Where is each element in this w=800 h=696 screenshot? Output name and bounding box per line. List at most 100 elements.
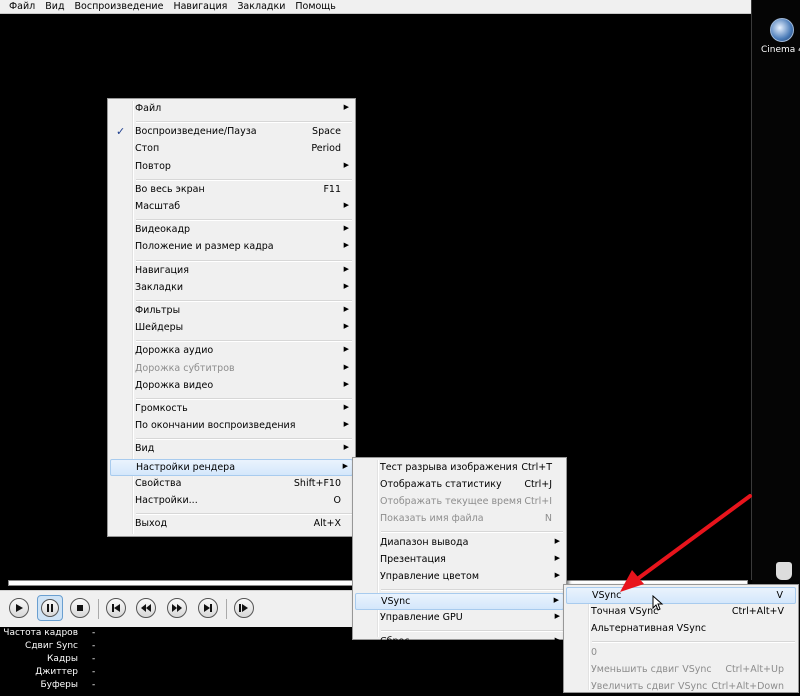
menu-file[interactable]: Файл (4, 0, 40, 14)
menu-item: 0 (566, 645, 796, 662)
menu-item[interactable]: Файл ▶ (110, 101, 353, 118)
menu-item-label: Отображать статистику (380, 479, 502, 490)
menu-separator (136, 438, 352, 441)
context-menu: Файл ▶ ✓ Воспроизведение/Пауза Space Стоп Peri… (107, 98, 356, 537)
menu-item[interactable]: Дорожка видео ▶ (110, 378, 353, 395)
menu-item[interactable]: Дорожка аудио ▶ (110, 343, 353, 360)
menu-item[interactable]: Настройки рендера ▶ (110, 458, 353, 476)
menu-item[interactable]: Презентация ▶ (355, 552, 564, 569)
menu-navigation[interactable]: Навигация (168, 0, 232, 14)
menu-item[interactable]: Положение и размер кадра ▶ (110, 239, 353, 256)
menu-separator (136, 300, 352, 302)
menu-item-label: По окончании воспроизведения (135, 420, 296, 432)
controls-separator (226, 599, 227, 619)
rewind-button[interactable] (136, 598, 156, 618)
menu-item[interactable]: Вид ▶ (110, 441, 353, 458)
skip-forward-icon (204, 604, 212, 612)
menu-view[interactable]: Вид (40, 0, 69, 14)
menu-item[interactable]: Стоп Period (110, 141, 353, 158)
menu-item-label: Дорожка аудио (135, 345, 214, 357)
menu-separator (136, 340, 352, 343)
mouse-cursor (652, 595, 664, 611)
menu-item-shortcut: Period (311, 143, 341, 155)
menu-item[interactable]: По окончании воспроизведения ▶ (110, 418, 353, 435)
menu-item[interactable]: Сброс ▶ (355, 634, 564, 651)
menu-item-label: Настройки... (135, 495, 198, 506)
menu-item-label: Настройки рендера (136, 461, 236, 473)
prev-button[interactable] (106, 598, 126, 618)
menu-item[interactable]: VSync ▶ (355, 593, 564, 610)
menu-item-shortcut: N (544, 513, 552, 524)
submenu-arrow-icon: ▶ (553, 596, 559, 604)
menu-item-label: Положение и размер кадра (135, 241, 274, 253)
submenu-arrow-icon: ▶ (342, 461, 348, 470)
menu-item[interactable]: Масштаб ▶ (110, 199, 353, 216)
menu-item[interactable]: Выход Alt+X (110, 516, 353, 533)
submenu-arrow-icon: ▶ (554, 636, 560, 644)
play-button[interactable] (9, 598, 29, 618)
stat-value: - (92, 654, 96, 664)
submenu-arrow-icon: ▶ (554, 571, 560, 579)
menu-item-shortcut: Shift+F10 (293, 477, 341, 489)
menu-item: Увеличить сдвиг VSync Ctrl+Alt+Down (566, 679, 796, 696)
submenu-arrow-icon: ▶ (343, 403, 349, 411)
menu-item-shortcut: Ctrl+I (524, 496, 552, 507)
pause-button[interactable] (37, 595, 63, 621)
menu-item-label: Громкость (135, 403, 188, 414)
submenu-arrow-icon: ▶ (343, 379, 349, 388)
stat-value: - (92, 641, 96, 651)
menu-item-label: Отображать текущее время (380, 496, 522, 507)
menu-item[interactable]: Точная VSync Ctrl+Alt+V (566, 604, 796, 621)
menu-item[interactable]: Управление GPU ▶ (355, 610, 564, 627)
menu-item[interactable]: Свойства Shift+F10 (110, 476, 353, 493)
menu-item[interactable]: Настройки... O (110, 493, 353, 510)
menu-item[interactable]: Навигация ▶ (110, 263, 353, 280)
next-button[interactable] (198, 598, 218, 618)
desktop-cat-icon[interactable] (776, 562, 792, 580)
menu-item-label: Воспроизведение/Пауза (135, 126, 257, 138)
menu-help[interactable]: Помощь (290, 0, 340, 14)
frame-step-icon (239, 604, 248, 612)
menu-item[interactable]: Управление цветом ▶ (355, 569, 564, 586)
rewind-icon (141, 604, 151, 612)
stop-icon (77, 605, 83, 611)
menu-item[interactable]: Видеокадр ▶ (110, 222, 353, 239)
menu-item[interactable]: VSync V (566, 587, 796, 604)
menu-item[interactable]: Шейдеры ▶ (110, 320, 353, 337)
menu-item: Дорожка субтитров ▶ (110, 361, 353, 378)
stop-button[interactable] (70, 598, 90, 618)
menu-item[interactable]: Повтор ▶ (110, 159, 353, 176)
stat-row: Сдвиг Sync - (0, 641, 120, 654)
menu-item: Показать имя файла N (355, 511, 564, 528)
menu-playback[interactable]: Воспроизведение (70, 0, 169, 14)
menu-item-label: Свойства (135, 477, 182, 489)
menu-item: Уменьшить сдвиг VSync Ctrl+Alt+Up (566, 662, 796, 679)
menu-separator (381, 531, 563, 533)
submenu-arrow-icon: ▶ (343, 443, 349, 452)
menu-item[interactable]: Фильтры ▶ (110, 303, 353, 320)
menu-item-shortcut: Space (312, 126, 341, 138)
menu-item[interactable]: Тест разрыва изображения Ctrl+T (355, 460, 564, 477)
menu-item[interactable]: Отображать статистику Ctrl+J (355, 477, 564, 494)
menu-item[interactable]: Громкость ▶ (110, 401, 353, 418)
menu-item[interactable]: Альтернативная VSync (566, 621, 796, 638)
menu-item-label: Дорожка субтитров (135, 362, 235, 374)
menu-item-label: Видеокадр (135, 224, 191, 236)
cinema4d-icon[interactable] (770, 18, 794, 42)
menu-bookmarks[interactable]: Закладки (232, 0, 290, 14)
forward-button[interactable] (167, 598, 187, 618)
menu-item-label: Стоп (135, 143, 160, 155)
submenu-arrow-icon: ▶ (343, 264, 349, 273)
menu-item[interactable]: ✓ Воспроизведение/Пауза Space (110, 124, 353, 141)
stat-label: Частота кадров (3, 628, 78, 638)
menu-item-shortcut: Ctrl+T (521, 462, 552, 473)
submenu-arrow-icon: ▶ (343, 201, 349, 209)
menu-item-shortcut: V (776, 590, 784, 601)
menu-item[interactable]: Во весь экран F11 (110, 182, 353, 199)
menu-item-label: Тест разрыва изображения (380, 462, 518, 473)
menu-item[interactable]: Диапазон вывода ▶ (355, 535, 564, 552)
menu-separator (381, 630, 563, 632)
stat-label: Буферы (40, 680, 78, 690)
menu-item[interactable]: Закладки ▶ (110, 280, 353, 297)
frame-step-button[interactable] (234, 598, 254, 618)
